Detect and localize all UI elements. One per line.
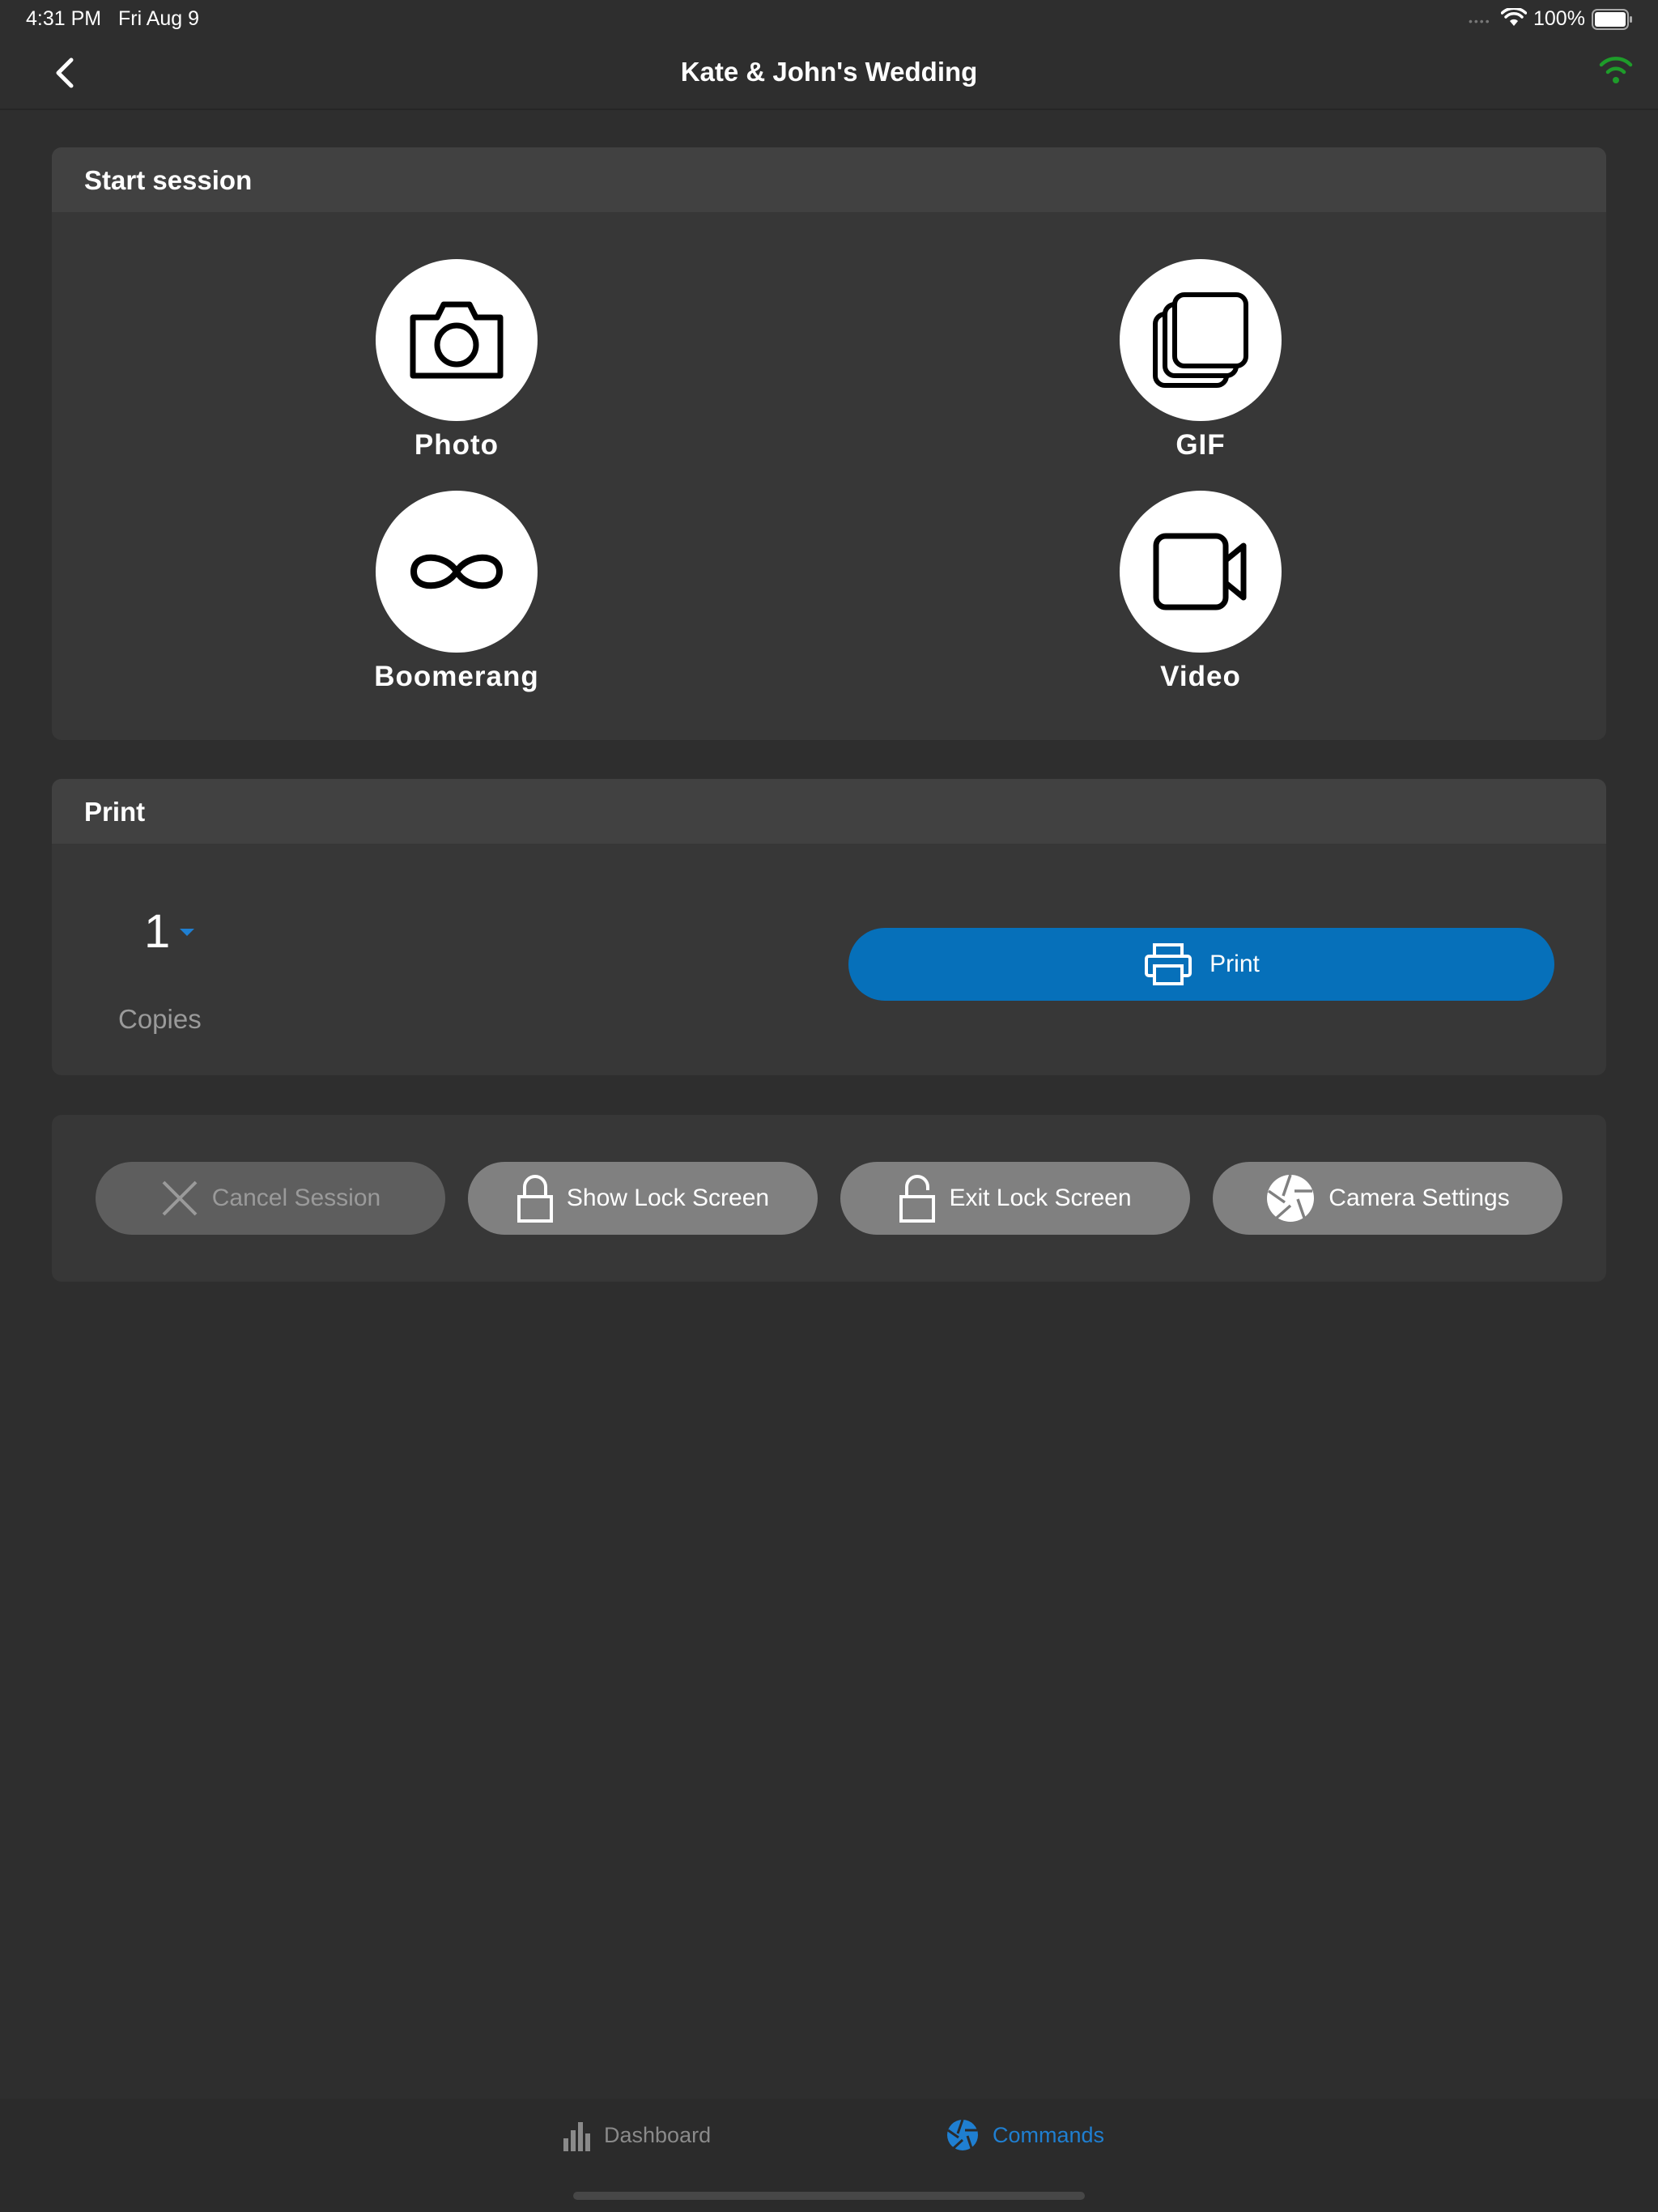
lock-icon (517, 1175, 553, 1223)
cancel-session-button[interactable]: Cancel Session (96, 1162, 445, 1235)
infinity-icon (410, 554, 503, 589)
tab-commands[interactable]: Commands (946, 2115, 1104, 2155)
print-button[interactable]: Print (848, 928, 1554, 1001)
show-lock-screen-label: Show Lock Screen (566, 1185, 770, 1211)
boomerang-mode-button[interactable]: Boomerang (359, 491, 554, 693)
status-bar: 4:31 PM Fri Aug 9 •••• 100% (0, 0, 1658, 39)
show-lock-screen-button[interactable]: Show Lock Screen (468, 1162, 818, 1235)
signal-dots-icon: •••• (1469, 15, 1491, 28)
print-title: Print (52, 779, 1606, 844)
page-title: Kate & John's Wedding (680, 57, 978, 87)
copies-label: Copies (118, 1004, 202, 1034)
camera-settings-button[interactable]: Camera Settings (1213, 1162, 1562, 1235)
photo-label: Photo (414, 429, 500, 461)
camera-icon (410, 301, 504, 379)
copies-dropdown[interactable]: 1 (144, 904, 170, 959)
close-icon (162, 1180, 198, 1216)
battery-percent: 100% (1533, 7, 1585, 30)
home-indicator (573, 2192, 1085, 2200)
video-circle[interactable] (1120, 491, 1282, 653)
exit-lock-screen-button[interactable]: Exit Lock Screen (840, 1162, 1190, 1235)
photo-mode-button[interactable]: Photo (359, 259, 554, 462)
print-button-label: Print (1209, 951, 1260, 977)
status-time: 4:31 PM (26, 7, 102, 30)
photo-circle[interactable] (376, 259, 538, 421)
gif-circle[interactable] (1120, 259, 1282, 421)
boomerang-circle[interactable] (376, 491, 538, 653)
cancel-session-label: Cancel Session (211, 1185, 381, 1211)
connection-wifi-icon (1599, 57, 1633, 83)
aperture-icon (1267, 1174, 1315, 1222)
gif-label: GIF (1175, 429, 1226, 461)
boomerang-label: Boomerang (374, 661, 539, 692)
aperture-icon (947, 2119, 978, 2150)
battery-icon (1592, 9, 1632, 30)
camera-settings-label: Camera Settings (1329, 1185, 1510, 1211)
tab-dashboard-label: Dashboard (604, 2122, 712, 2147)
start-session-card: Start session Photo GIF Boomerang Video (52, 147, 1606, 740)
session-actions-card: Cancel Session Show Lock Screen Exit Loc… (52, 1115, 1606, 1282)
bar-chart-icon (563, 2122, 590, 2151)
start-session-title: Start session (52, 147, 1606, 212)
status-date: Fri Aug 9 (118, 7, 200, 30)
video-mode-button[interactable]: Video (1103, 491, 1298, 693)
video-label: Video (1160, 661, 1241, 692)
gif-mode-button[interactable]: GIF (1103, 259, 1298, 462)
navigation-bar: Kate & John's Wedding (0, 39, 1658, 110)
wifi-icon (1501, 8, 1527, 26)
printer-icon (1145, 943, 1192, 985)
unlock-icon (899, 1175, 936, 1223)
stacked-frames-icon (1153, 292, 1248, 388)
exit-lock-screen-label: Exit Lock Screen (949, 1185, 1132, 1211)
chevron-down-icon[interactable] (180, 929, 194, 936)
tab-commands-label: Commands (993, 2122, 1105, 2147)
print-card: Print 1 Copies Print (52, 779, 1606, 1075)
video-camera-icon (1153, 533, 1247, 610)
tab-dashboard[interactable]: Dashboard (563, 2115, 711, 2155)
